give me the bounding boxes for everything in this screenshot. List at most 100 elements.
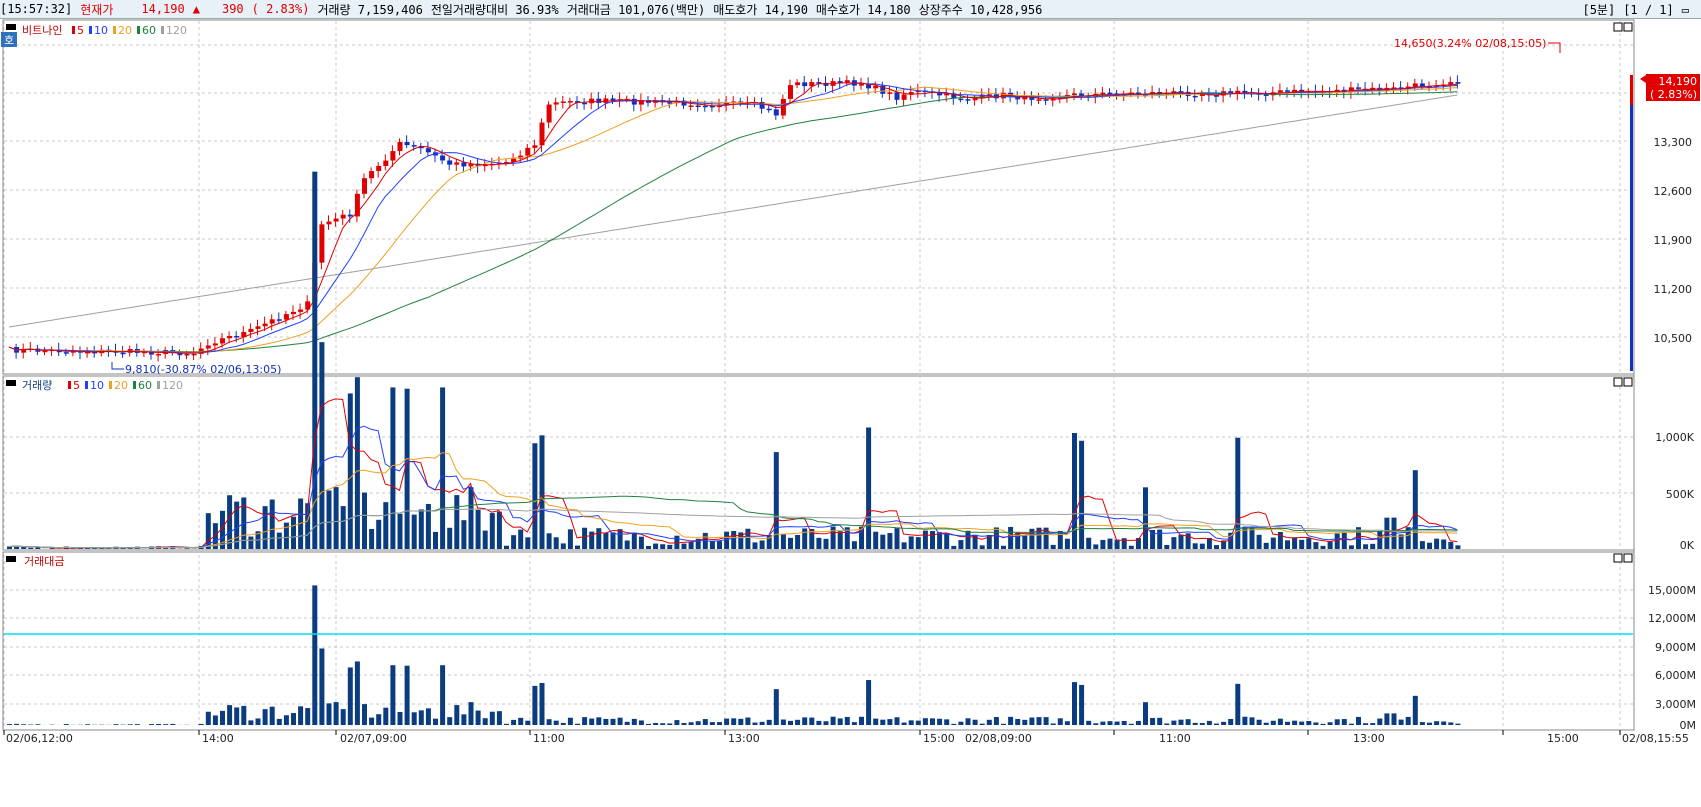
restore-icon[interactable] xyxy=(1613,22,1623,32)
amount-bar xyxy=(575,723,580,725)
trade-amount: 거래대금 101,076(백만) xyxy=(566,2,706,17)
amount-bar xyxy=(731,718,737,725)
amount-bar xyxy=(234,707,240,725)
amount-bar xyxy=(979,723,985,725)
candle xyxy=(596,98,602,103)
volume-bar xyxy=(1412,470,1418,549)
candle xyxy=(319,224,325,263)
amount-close-icon[interactable] xyxy=(1623,553,1633,563)
volume-bar xyxy=(667,544,673,549)
volume-bar xyxy=(1270,537,1276,549)
volume-bar xyxy=(1327,541,1333,549)
candle xyxy=(1412,83,1418,87)
candle xyxy=(404,141,410,146)
candle xyxy=(695,105,701,108)
amount-bar xyxy=(880,719,886,725)
amount-bar xyxy=(1434,721,1440,725)
volume-bar xyxy=(433,531,438,549)
volume-bar xyxy=(788,537,793,549)
moving-average-line xyxy=(8,82,1458,354)
amount-bar xyxy=(1256,719,1262,725)
volume-tick: 1,000K xyxy=(1655,431,1694,444)
amount-bar xyxy=(418,710,424,725)
amount-bar xyxy=(1135,720,1141,725)
low-annotation: 9,810(-30.87% 02/06,13:05) xyxy=(125,363,281,376)
amount-bar xyxy=(255,718,261,725)
amount-bar xyxy=(518,717,524,725)
candle xyxy=(234,336,240,338)
amount-tick: 12,000M xyxy=(1648,612,1696,625)
amount-tick: 15,000M xyxy=(1648,584,1696,597)
price-range-bar xyxy=(1630,105,1633,371)
volume-bar xyxy=(930,531,935,549)
volume-bar xyxy=(1334,533,1340,549)
close-icon[interactable] xyxy=(1623,22,1633,32)
volume-bar xyxy=(901,542,907,549)
menu-icon[interactable]: ▭ xyxy=(1682,3,1689,17)
amount-bar xyxy=(773,689,779,725)
amount-bar xyxy=(1313,722,1319,725)
candle xyxy=(156,354,162,356)
stock-chart[interactable]: 호 비트나인 5 10 20 60 120 거래량 5 10 20 60 120 거래대금 13… xyxy=(0,19,1701,807)
x-axis: 02/06,12:00 14:00 02/07,09:00 11:00 13:0… xyxy=(6,732,1689,745)
amount-bar xyxy=(369,717,375,725)
volume-bar xyxy=(1178,534,1184,549)
amount-bar xyxy=(163,724,169,725)
candle xyxy=(340,214,346,219)
volume-bar xyxy=(887,533,893,549)
volume-bar xyxy=(1171,537,1177,549)
amount-bar xyxy=(447,717,453,725)
candle xyxy=(859,83,864,86)
volume-bar xyxy=(1128,545,1134,549)
candle xyxy=(63,352,69,354)
x-tick: 02/07,09:00 xyxy=(340,732,407,745)
amount-bar xyxy=(205,711,211,725)
candle xyxy=(390,151,396,161)
amount-bar xyxy=(660,723,666,725)
x-tick: 02/08,09:00 xyxy=(965,732,1032,745)
amount-restore-icon[interactable] xyxy=(1613,553,1623,563)
amount-bar xyxy=(915,720,921,725)
interval-selector[interactable]: [5분] xyxy=(1582,3,1615,17)
candle xyxy=(220,338,225,344)
ma-legend-swatch xyxy=(109,381,112,389)
volume-bar xyxy=(1001,545,1006,549)
volume-panel-toggle-icon[interactable] xyxy=(6,380,16,386)
volume-bar xyxy=(873,531,879,549)
volume-bar xyxy=(894,528,900,549)
panel-toggle-icon[interactable] xyxy=(6,24,16,30)
amount-panel-toggle-icon[interactable] xyxy=(6,556,16,562)
candle xyxy=(1455,82,1461,84)
amount-bar xyxy=(695,721,701,725)
volume-ma-legend: 5 10 20 60 120 xyxy=(68,379,183,392)
price-tag-value: 14,190 xyxy=(1659,75,1698,88)
volume-close-icon[interactable] xyxy=(1623,377,1633,387)
candle xyxy=(631,98,637,105)
amount-bar xyxy=(496,711,502,725)
volume-bar xyxy=(1100,539,1106,549)
volume-bar xyxy=(780,534,786,549)
volume-bar xyxy=(1363,544,1369,549)
amount-bar xyxy=(298,706,304,725)
up-arrow-icon: ▲ xyxy=(192,2,200,16)
volume-bar xyxy=(504,545,509,549)
volume-restore-icon[interactable] xyxy=(1613,377,1623,387)
amount-bar xyxy=(1405,716,1411,725)
amount-bar xyxy=(809,717,815,725)
amount-bar xyxy=(1448,722,1454,725)
volume-bar xyxy=(866,427,872,549)
candle xyxy=(347,214,353,217)
amount-bar xyxy=(1412,695,1418,725)
amount-bar xyxy=(859,716,864,725)
volume-bar xyxy=(418,509,424,549)
amount-bar xyxy=(1363,723,1369,725)
amount-bar xyxy=(1441,721,1447,725)
volume-bar xyxy=(447,527,453,549)
amount-bar xyxy=(780,719,786,725)
price-tag-pct: ( 2.83%) xyxy=(1650,88,1697,101)
amount-bar xyxy=(894,717,900,725)
candle xyxy=(184,353,190,356)
amount-bar xyxy=(702,719,708,725)
amount-bar xyxy=(354,661,360,725)
candle xyxy=(283,314,289,320)
